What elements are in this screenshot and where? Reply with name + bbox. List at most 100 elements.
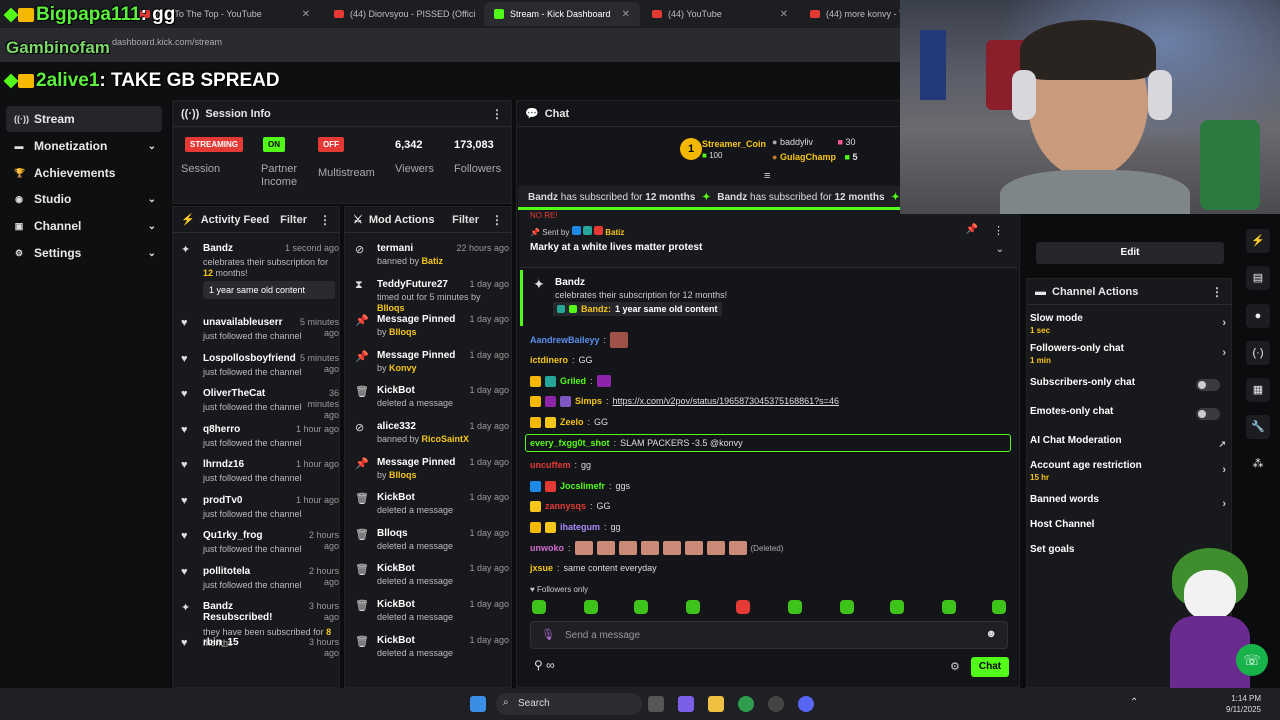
- channel-action-item[interactable]: Subscribers-only chat: [1030, 377, 1226, 401]
- task-view-icon[interactable]: [648, 696, 664, 712]
- browser-tab-active[interactable]: Stream - Kick Dashboard ✕: [484, 2, 640, 26]
- mod-action-title[interactable]: KickBot: [377, 492, 415, 503]
- unpin-icon[interactable]: 📌: [966, 224, 978, 235]
- edit-button[interactable]: Edit: [1036, 242, 1224, 264]
- moderator-name[interactable]: Blloqs: [389, 470, 417, 480]
- activity-name[interactable]: pollitotela: [203, 566, 250, 577]
- activity-name[interactable]: lhrndz16: [203, 459, 244, 470]
- emote-button[interactable]: [992, 600, 1006, 614]
- event-user[interactable]: Bandz: [555, 277, 585, 288]
- chrome-icon[interactable]: [738, 696, 754, 712]
- mod-action-title[interactable]: KickBot: [377, 563, 415, 574]
- address-bar[interactable]: dashboard.kick.com/stream: [0, 28, 900, 62]
- mod-action-title[interactable]: KickBot: [377, 385, 415, 396]
- moderator-name[interactable]: Blloqs: [377, 303, 405, 313]
- emote-button[interactable]: [736, 600, 750, 614]
- chat-username[interactable]: every_fxgg0t_shot: [530, 438, 610, 448]
- support-chat-icon[interactable]: ☏: [1236, 644, 1268, 676]
- activity-name[interactable]: Bandz Resubscribed!: [203, 601, 289, 623]
- microphone-icon[interactable]: 🎙: [541, 628, 555, 641]
- close-icon[interactable]: ✕: [622, 9, 630, 20]
- moderator-name[interactable]: Konvy: [389, 363, 417, 373]
- browser-tab[interactable]: (44) more konvy - You: [800, 2, 900, 26]
- chat-tools-icon[interactable]: ⚲ ∞: [534, 658, 555, 672]
- more-options-icon[interactable]: ⋮: [993, 224, 1004, 237]
- chat-username[interactable]: AandrewBaileyy: [530, 335, 600, 345]
- mod-action-title[interactable]: Blloqs: [377, 528, 408, 539]
- chat-username[interactable]: zannysqs: [545, 501, 586, 511]
- activity-name[interactable]: Lospollosboyfriend: [203, 353, 296, 364]
- send-chat-button[interactable]: Chat: [971, 657, 1009, 677]
- channel-action-item[interactable]: AI Chat Moderation ↗: [1030, 435, 1226, 459]
- mod-action-title[interactable]: Message Pinned: [377, 314, 455, 325]
- close-icon[interactable]: ✕: [302, 9, 310, 20]
- chat-username[interactable]: unwoko: [530, 543, 564, 553]
- document-icon[interactable]: ▤: [1246, 266, 1270, 290]
- activity-name[interactable]: rbin_15: [203, 637, 239, 648]
- channel-action-item[interactable]: Host Channel: [1030, 519, 1226, 543]
- copilot-icon[interactable]: [678, 696, 694, 712]
- mod-action-title[interactable]: termani: [377, 243, 413, 254]
- file-explorer-icon[interactable]: [708, 696, 724, 712]
- sidebar-item-channel[interactable]: ▣ Channel ⌄: [6, 213, 162, 239]
- chat-input[interactable]: 🎙 Send a message ☻: [530, 621, 1008, 649]
- chat-bubble-icon[interactable]: ●: [1246, 304, 1270, 328]
- more-options-icon[interactable]: ⋮: [319, 213, 331, 227]
- apps-icon[interactable]: ⁂: [1246, 452, 1270, 476]
- toggle-switch[interactable]: [1196, 379, 1220, 391]
- emote-button[interactable]: [840, 600, 854, 614]
- channel-action-item[interactable]: Emotes-only chat: [1030, 406, 1226, 430]
- activity-name[interactable]: prodTv0: [203, 495, 242, 506]
- channel-action-item[interactable]: Account age restriction 15 hr ›: [1030, 460, 1226, 484]
- taskbar-search[interactable]: ⌕ Search: [496, 693, 642, 715]
- channel-action-item[interactable]: Banned words ›: [1030, 494, 1226, 518]
- chat-username[interactable]: ihategum: [560, 522, 600, 532]
- activity-name[interactable]: OliverTheCat: [203, 388, 265, 399]
- channel-action-item[interactable]: Followers-only chat 1 min ›: [1030, 343, 1226, 367]
- chat-username[interactable]: Jocslimefr: [560, 481, 605, 491]
- close-icon[interactable]: ✕: [780, 9, 788, 20]
- chat-username[interactable]: jxsue: [530, 563, 553, 573]
- chat-username[interactable]: Simps: [575, 396, 602, 406]
- more-options-icon[interactable]: ⋮: [491, 107, 503, 121]
- discord-icon[interactable]: [798, 696, 814, 712]
- bolt-icon[interactable]: ⚡: [1246, 229, 1270, 253]
- moderator-name[interactable]: Blloqs: [389, 327, 417, 337]
- wrench-icon[interactable]: 🔧: [1246, 415, 1270, 439]
- chat-username[interactable]: Zeelo: [560, 417, 584, 427]
- emote-button[interactable]: [890, 600, 904, 614]
- emote-button[interactable]: [532, 600, 546, 614]
- tray-chevron-icon[interactable]: ⌃: [1130, 697, 1138, 708]
- browser-tab[interactable]: (44) YouTube ✕: [642, 2, 798, 26]
- sidebar-item-stream[interactable]: ((·)) Stream: [6, 106, 162, 132]
- broadcast-icon[interactable]: (·): [1246, 341, 1270, 365]
- sidebar-item-settings[interactable]: ⚙ Settings ⌄: [6, 240, 162, 266]
- emote-button[interactable]: [686, 600, 700, 614]
- moderator-name[interactable]: RicoSaintX: [422, 434, 470, 444]
- sidebar-item-studio[interactable]: ◉ Studio ⌄: [6, 186, 162, 212]
- activity-name[interactable]: Qu1rky_frog: [203, 530, 262, 541]
- filter-button[interactable]: Filter: [280, 214, 307, 226]
- mod-action-title[interactable]: Message Pinned: [377, 457, 455, 468]
- collapse-icon[interactable]: ≡: [764, 170, 770, 182]
- mod-action-title[interactable]: KickBot: [377, 635, 415, 646]
- mod-action-title[interactable]: TeddyFuture27: [377, 279, 448, 290]
- emote-button[interactable]: [788, 600, 802, 614]
- activity-name[interactable]: unavailableuserr: [203, 317, 282, 328]
- more-options-icon[interactable]: ⋮: [1211, 285, 1223, 299]
- more-options-icon[interactable]: ⋮: [491, 213, 503, 227]
- toggle-switch[interactable]: [1196, 408, 1220, 420]
- leader-name[interactable]: baddyliv: [780, 137, 813, 147]
- emote-button[interactable]: [942, 600, 956, 614]
- chat-username[interactable]: ictdinero: [530, 355, 568, 365]
- mod-action-title[interactable]: Message Pinned: [377, 350, 455, 361]
- moderator-name[interactable]: Batiz: [422, 256, 444, 266]
- windows-start-icon[interactable]: [470, 696, 486, 712]
- mod-action-title[interactable]: KickBot: [377, 599, 415, 610]
- sidebar-item-achievements[interactable]: 🏆 Achievements: [6, 160, 162, 186]
- browser-tab[interactable]: (44) Diorvsyou - PISSED (Offici✕: [324, 2, 480, 26]
- layout-icon[interactable]: ▦: [1246, 378, 1270, 402]
- chat-link[interactable]: https://x.com/v2pov/status/1965873045375…: [613, 396, 839, 406]
- mod-action-title[interactable]: alice332: [377, 421, 416, 432]
- sidebar-item-monetization[interactable]: ▬ Monetization ⌄: [6, 133, 162, 159]
